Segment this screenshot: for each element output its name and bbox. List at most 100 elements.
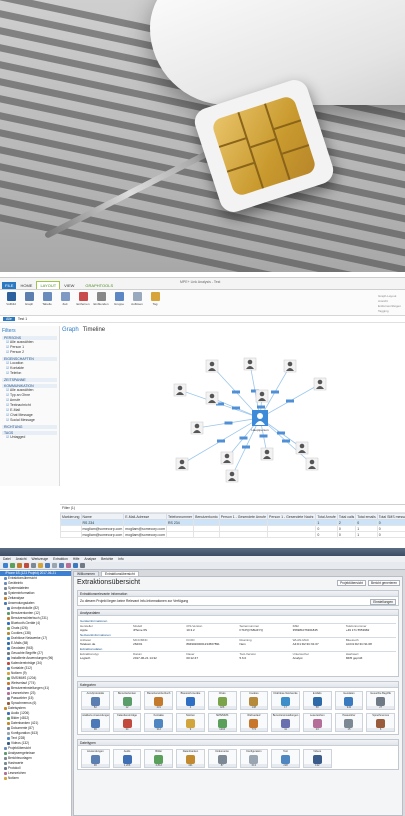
ribbon-button-tag[interactable]: Tag	[148, 292, 162, 313]
tab-file[interactable]: FILE	[2, 282, 17, 289]
tab-test-1[interactable]: Test 1	[18, 317, 27, 321]
person-icon[interactable]	[259, 391, 265, 397]
filter-item[interactable]: ☑ Untagged	[2, 435, 57, 440]
edge-label[interactable]	[271, 390, 279, 394]
category-tile[interactable]: Text 228	[271, 749, 300, 768]
menu-item[interactable]: Info	[118, 557, 124, 561]
ribbon-button-person[interactable]: Vollbild	[4, 292, 18, 313]
toolbar-button-icon[interactable]	[80, 563, 85, 568]
person-icon[interactable]	[299, 443, 305, 449]
menu-item[interactable]: Ansicht	[16, 557, 27, 561]
edge-label[interactable]	[257, 405, 265, 409]
category-tile[interactable]: Lesezeichen 23	[302, 713, 332, 732]
toolbar-button-icon[interactable]	[52, 563, 57, 568]
menu-item[interactable]: Hilfe	[73, 557, 80, 561]
tree-item[interactable]: Notizen	[0, 776, 71, 781]
person-icon[interactable]	[229, 471, 235, 477]
category-tile[interactable]: Kontakte 312	[144, 713, 174, 732]
category-tile[interactable]: Geodaten 943	[334, 691, 364, 710]
category-tile[interactable]: Bluetooth-Geräte 4	[176, 691, 205, 710]
ribbon-button-graph[interactable]: Graph	[22, 292, 36, 313]
category-tile[interactable]: Dokumente 87	[207, 749, 237, 768]
generate-report-button[interactable]: Bericht generieren	[367, 580, 400, 586]
project-overview-button[interactable]: Projektübersicht	[337, 580, 366, 586]
category-tile[interactable]: Audio 1,206	[112, 749, 142, 768]
filter-item[interactable]: ☑ Social Message	[2, 418, 57, 423]
edge-label[interactable]	[282, 439, 290, 443]
person-icon[interactable]	[179, 459, 185, 465]
person-icon[interactable]	[309, 459, 315, 465]
category-tile[interactable]: Anwendungen 96	[81, 749, 110, 768]
toolbar-button-icon[interactable]	[45, 563, 50, 568]
category-tile[interactable]: Benutzereinstellungen 41	[271, 713, 300, 732]
tab-home[interactable]: HOME	[17, 282, 35, 289]
toolbar-button-icon[interactable]	[31, 563, 36, 568]
menu-item[interactable]: Datei	[3, 557, 11, 561]
category-tile[interactable]: SMS/MMS 1204	[207, 713, 237, 732]
category-tile[interactable]: Videos 132	[302, 749, 332, 768]
settings-button[interactable]: Einstellungen	[370, 599, 396, 605]
edge-label[interactable]	[239, 436, 248, 440]
table-row[interactable]: mogliam@somecorp.com mogliam@somecorp.com…	[60, 531, 405, 538]
category-tile[interactable]: Konfiguration 613	[239, 749, 269, 768]
menu-item[interactable]: Werkzeuge	[32, 557, 49, 561]
category-tile[interactable]: Passwörter 15	[334, 713, 364, 732]
person-icon[interactable]	[264, 449, 270, 455]
category-tile[interactable]: Chats 426	[207, 691, 237, 710]
edge-label[interactable]	[242, 445, 250, 449]
category-tile[interactable]: Bilder 4,812	[144, 749, 174, 768]
ribbon-button-remove[interactable]: Entfernen	[76, 292, 90, 313]
category-tile[interactable]: Notizen 9	[176, 713, 205, 732]
ribbon-button-show[interactable]: Einblenden	[94, 292, 109, 313]
filter-section-zeitspanne[interactable]: ZEITSPANNE	[2, 378, 57, 382]
category-tile[interactable]: Anrufprotokolle 82	[81, 691, 110, 710]
menu-item[interactable]: Berichte	[101, 557, 113, 561]
person-icon[interactable]	[209, 393, 215, 399]
category-tile[interactable]: Benutzerkonten 12	[112, 691, 142, 710]
tab-layout[interactable]: LAYOUT	[36, 281, 61, 289]
person-icon[interactable]	[247, 359, 253, 365]
toolbar-button-icon[interactable]	[66, 563, 71, 568]
category-tile[interactable]: E-Mails 58	[302, 691, 332, 710]
category-tile[interactable]: Kalendereinträge 34	[112, 713, 142, 732]
edge-label[interactable]	[259, 434, 268, 438]
menu-item[interactable]: Extraktion	[53, 557, 68, 561]
edge-label[interactable]	[277, 431, 285, 435]
ribbon-button-table[interactable]: Tabelle	[40, 292, 54, 313]
person-icon[interactable]	[209, 361, 215, 367]
ribbon-button-group[interactable]: Gruppe	[112, 292, 126, 313]
toolbar-button-icon[interactable]	[10, 563, 15, 568]
center-node-label[interactable]: Hauptperson	[251, 428, 269, 432]
person-icon[interactable]	[194, 423, 200, 429]
tab-view[interactable]: VIEW	[61, 282, 77, 289]
menu-item[interactable]: Analyse	[84, 557, 96, 561]
toolbar-button-icon[interactable]	[38, 563, 43, 568]
edge-label[interactable]	[217, 439, 225, 443]
category-tile[interactable]: Benutzerwörterbuch 231	[144, 691, 174, 710]
category-tile[interactable]: Installierte Anwendungen 96	[81, 713, 110, 732]
person-icon[interactable]	[257, 413, 263, 419]
graph-tab[interactable]: Graph	[62, 327, 79, 333]
category-tile[interactable]: Webverlauf 774	[239, 713, 269, 732]
person-icon[interactable]	[287, 361, 293, 367]
timeline-tab[interactable]: Timeline	[83, 327, 105, 333]
person-icon[interactable]	[224, 453, 230, 459]
toolbar-button-icon[interactable]	[24, 563, 29, 568]
category-tile[interactable]: Sprachmemos 6	[366, 713, 395, 732]
toolbar-button-icon[interactable]	[17, 563, 22, 568]
filter-bar[interactable]: Filter (1)	[60, 505, 405, 513]
filter-section-richtung[interactable]: RICHTUNG	[2, 425, 57, 429]
toolbar-button-icon[interactable]	[3, 563, 8, 568]
toolbar-button-icon[interactable]	[59, 563, 64, 568]
category-tile[interactable]: Cookies 138	[239, 691, 269, 710]
edge-label[interactable]	[286, 399, 294, 403]
edge-label[interactable]	[224, 421, 233, 425]
filter-item[interactable]: ☑ Person 2	[2, 350, 57, 355]
edge-label[interactable]	[232, 406, 240, 410]
category-tile[interactable]: Datenbanken 421	[176, 749, 205, 768]
category-tile[interactable]: Gesuchte Begriffe 27	[366, 691, 395, 710]
filter-item[interactable]: ☑ Telefon	[2, 371, 57, 376]
person-icon[interactable]	[177, 385, 183, 391]
toolbar-button-icon[interactable]	[73, 563, 78, 568]
ribbon-button-timeline[interactable]: Zeit	[58, 292, 72, 313]
